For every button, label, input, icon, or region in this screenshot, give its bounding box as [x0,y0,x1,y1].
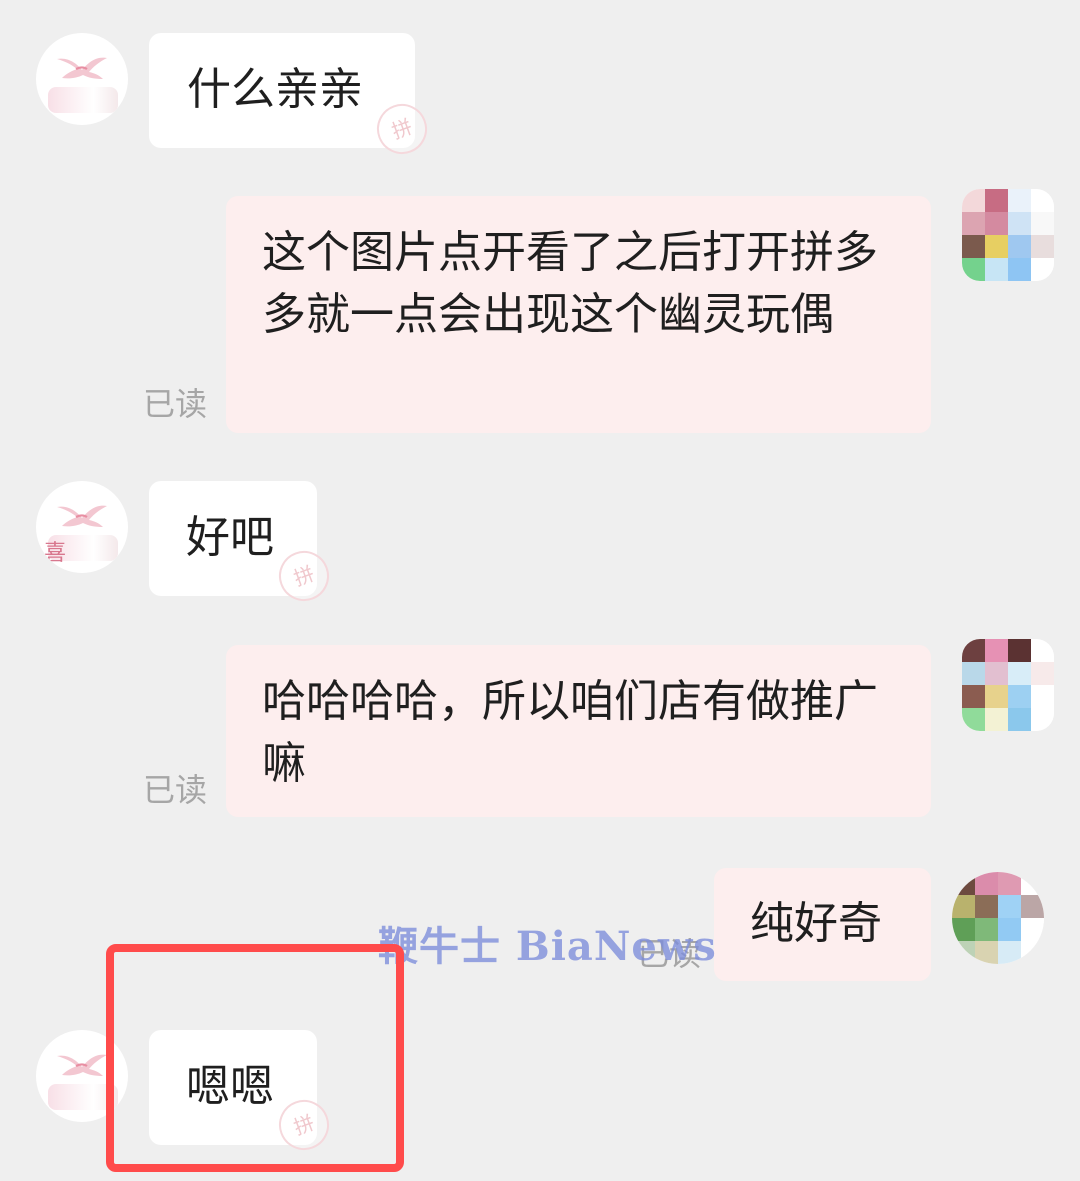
bird-logo-icon [57,1054,107,1076]
message-text: 什么亲亲 [187,64,363,115]
chat-bubble[interactable]: 什么亲亲 [149,33,415,148]
pixelated-avatar-icon [962,189,1054,281]
watermark: 鞭牛士 BiaNews [378,923,717,970]
user-avatar[interactable] [962,639,1054,731]
chat-bubble[interactable]: 这个图片点开看了之后打开拼多多就一点会出现这个幽灵玩偶 [226,196,931,433]
pixelated-avatar-icon [952,872,1044,964]
shop-avatar[interactable]: 喜 [36,481,128,573]
chat-bubble[interactable]: 哈哈哈哈，所以咱们店有做推广嘛 [226,645,931,817]
pixelated-avatar-icon [962,639,1054,731]
message-text: 哈哈哈哈，所以咱们店有做推广嘛 [262,676,878,789]
bird-logo-icon [57,505,107,527]
shop-avatar-letter: 喜 [44,541,67,566]
message-text: 好吧 [186,512,274,563]
highlight-box [106,944,404,1172]
chat-bubble[interactable]: 纯好奇 [714,868,931,981]
read-status: 已读 [143,385,208,423]
avatar-blur-patch [48,87,118,113]
read-status: 已读 [143,771,208,809]
bird-logo-icon [57,57,107,79]
message-text: 这个图片点开看了之后打开拼多多就一点会出现这个幽灵玩偶 [262,227,878,340]
user-avatar[interactable] [962,189,1054,281]
user-avatar[interactable] [952,872,1044,964]
shop-avatar[interactable] [36,33,128,125]
message-text: 纯好奇 [750,898,882,949]
